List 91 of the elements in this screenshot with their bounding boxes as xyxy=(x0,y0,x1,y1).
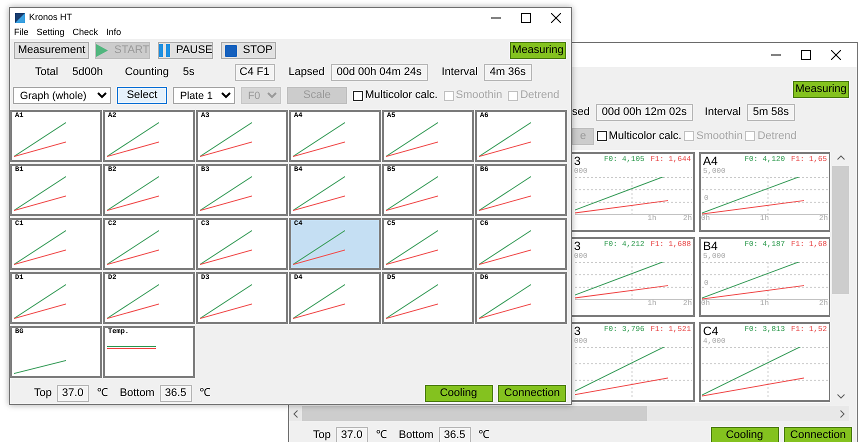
temperature-label: Top xyxy=(34,386,52,401)
stop-icon xyxy=(224,44,237,56)
timer-label: sed xyxy=(572,105,590,120)
timer-label: Interval xyxy=(442,65,478,80)
panel-label: C4 xyxy=(703,324,718,338)
trace-drawing xyxy=(293,122,345,157)
panel-label: 3 xyxy=(574,154,581,168)
temperature-field: 36.5 xyxy=(438,426,471,442)
trace-drawing xyxy=(479,122,531,157)
pause-button[interactable]: PAUSE xyxy=(158,42,214,59)
pause-icon xyxy=(159,44,170,57)
unit-label: ℃ xyxy=(96,386,108,401)
scroll-right-icon[interactable] xyxy=(840,410,845,418)
panel-label: 3 xyxy=(574,324,581,338)
stop-button[interactable]: STOP xyxy=(221,42,276,59)
trace-drawing xyxy=(200,176,252,211)
temperature-field: 37.0 xyxy=(56,384,89,402)
trace-drawing xyxy=(479,230,531,265)
status-indicator: Measuring xyxy=(510,42,566,59)
temperature-label: Bottom xyxy=(398,428,434,442)
trace-drawing xyxy=(200,284,252,319)
menu-item[interactable]: Info xyxy=(106,26,122,40)
menu-item[interactable]: Setting xyxy=(36,26,65,40)
scroll-up-icon[interactable] xyxy=(836,155,844,160)
unit-label: ℃ xyxy=(200,386,211,401)
select-button[interactable]: Select xyxy=(117,87,167,104)
trace-drawing xyxy=(14,360,66,374)
dropdown[interactable]: Graph (whole) xyxy=(13,87,111,104)
temperature-label: Top xyxy=(313,428,331,442)
temperature-label: Bottom xyxy=(120,386,155,401)
connection-button[interactable]: Connection xyxy=(498,384,566,402)
trace-drawing xyxy=(293,230,345,265)
counter-value: 5s xyxy=(182,65,195,80)
trace-drawing xyxy=(386,284,438,319)
play-icon xyxy=(96,44,108,57)
panel-label: B4 xyxy=(703,239,718,253)
unit-label: ℃ xyxy=(376,428,387,442)
timer-label: Lapsed xyxy=(288,65,325,80)
close-icon[interactable] xyxy=(551,12,561,22)
maximize-icon[interactable] xyxy=(521,12,531,22)
scrollbar-thumb[interactable] xyxy=(832,166,849,294)
timer-label: Interval xyxy=(704,105,741,120)
checkbox[interactable]: Multicolor calc. xyxy=(353,87,438,104)
close-icon[interactable] xyxy=(831,50,841,60)
scroll-down-icon[interactable] xyxy=(836,394,844,399)
checkbox[interactable]: Multicolor calc. xyxy=(596,128,682,144)
status-indicator: Measuring xyxy=(793,81,849,98)
panel-label: A4 xyxy=(703,154,718,168)
horizontal-scrollbar[interactable] xyxy=(289,406,849,421)
trace-drawing xyxy=(293,176,345,211)
cooling-button[interactable]: Cooling xyxy=(424,384,492,402)
trace-drawing xyxy=(293,284,345,319)
measurement-button[interactable]: Measurement xyxy=(14,42,90,59)
scroll-left-icon[interactable] xyxy=(293,410,298,418)
app-icon xyxy=(15,12,25,22)
temperature-field: 36.5 xyxy=(160,384,192,402)
connection-button[interactable]: Connection xyxy=(784,426,852,442)
timer-field: 4m 36s xyxy=(484,64,532,81)
timer-field: 00d 00h 12m 02s xyxy=(596,104,693,121)
trace-drawing xyxy=(107,284,159,319)
maximize-icon[interactable] xyxy=(801,50,811,60)
unit-label: ℃ xyxy=(478,428,490,442)
trace-drawing xyxy=(386,230,438,265)
menu-item[interactable]: File xyxy=(14,26,29,40)
trace-drawing xyxy=(14,176,66,211)
scrollbar-thumb[interactable] xyxy=(302,406,647,421)
timer-field: 5m 58s xyxy=(746,104,795,121)
cooling-button[interactable]: Cooling xyxy=(710,426,778,442)
temperature-field: 37.0 xyxy=(336,426,368,442)
trace-drawing xyxy=(386,122,438,157)
trace-drawing xyxy=(107,176,159,211)
dropdown[interactable]: Plate 1 xyxy=(173,87,235,104)
trace-drawing xyxy=(479,284,531,319)
current-well-field: C4 F1 xyxy=(234,64,275,81)
trace-drawing xyxy=(107,230,159,265)
window-title: Kronos HT xyxy=(29,10,72,24)
timer-field: 00d 00h 04m 24s xyxy=(330,64,428,81)
trace-drawing xyxy=(14,122,66,157)
trace-drawing xyxy=(200,230,252,265)
counter-value: 5d00h xyxy=(72,65,103,80)
trace-drawing xyxy=(200,122,252,157)
trace-drawing xyxy=(479,176,531,211)
trace-drawing xyxy=(14,284,66,319)
panel-label: 3 xyxy=(574,239,581,253)
trace-drawing xyxy=(107,122,159,157)
trace-drawing xyxy=(14,230,66,265)
menu-item[interactable]: Check xyxy=(72,26,98,40)
trace-drawing xyxy=(107,346,156,349)
counter-label: Total xyxy=(35,65,58,80)
counter-label: Counting xyxy=(124,65,169,80)
trace-drawing xyxy=(386,176,438,211)
